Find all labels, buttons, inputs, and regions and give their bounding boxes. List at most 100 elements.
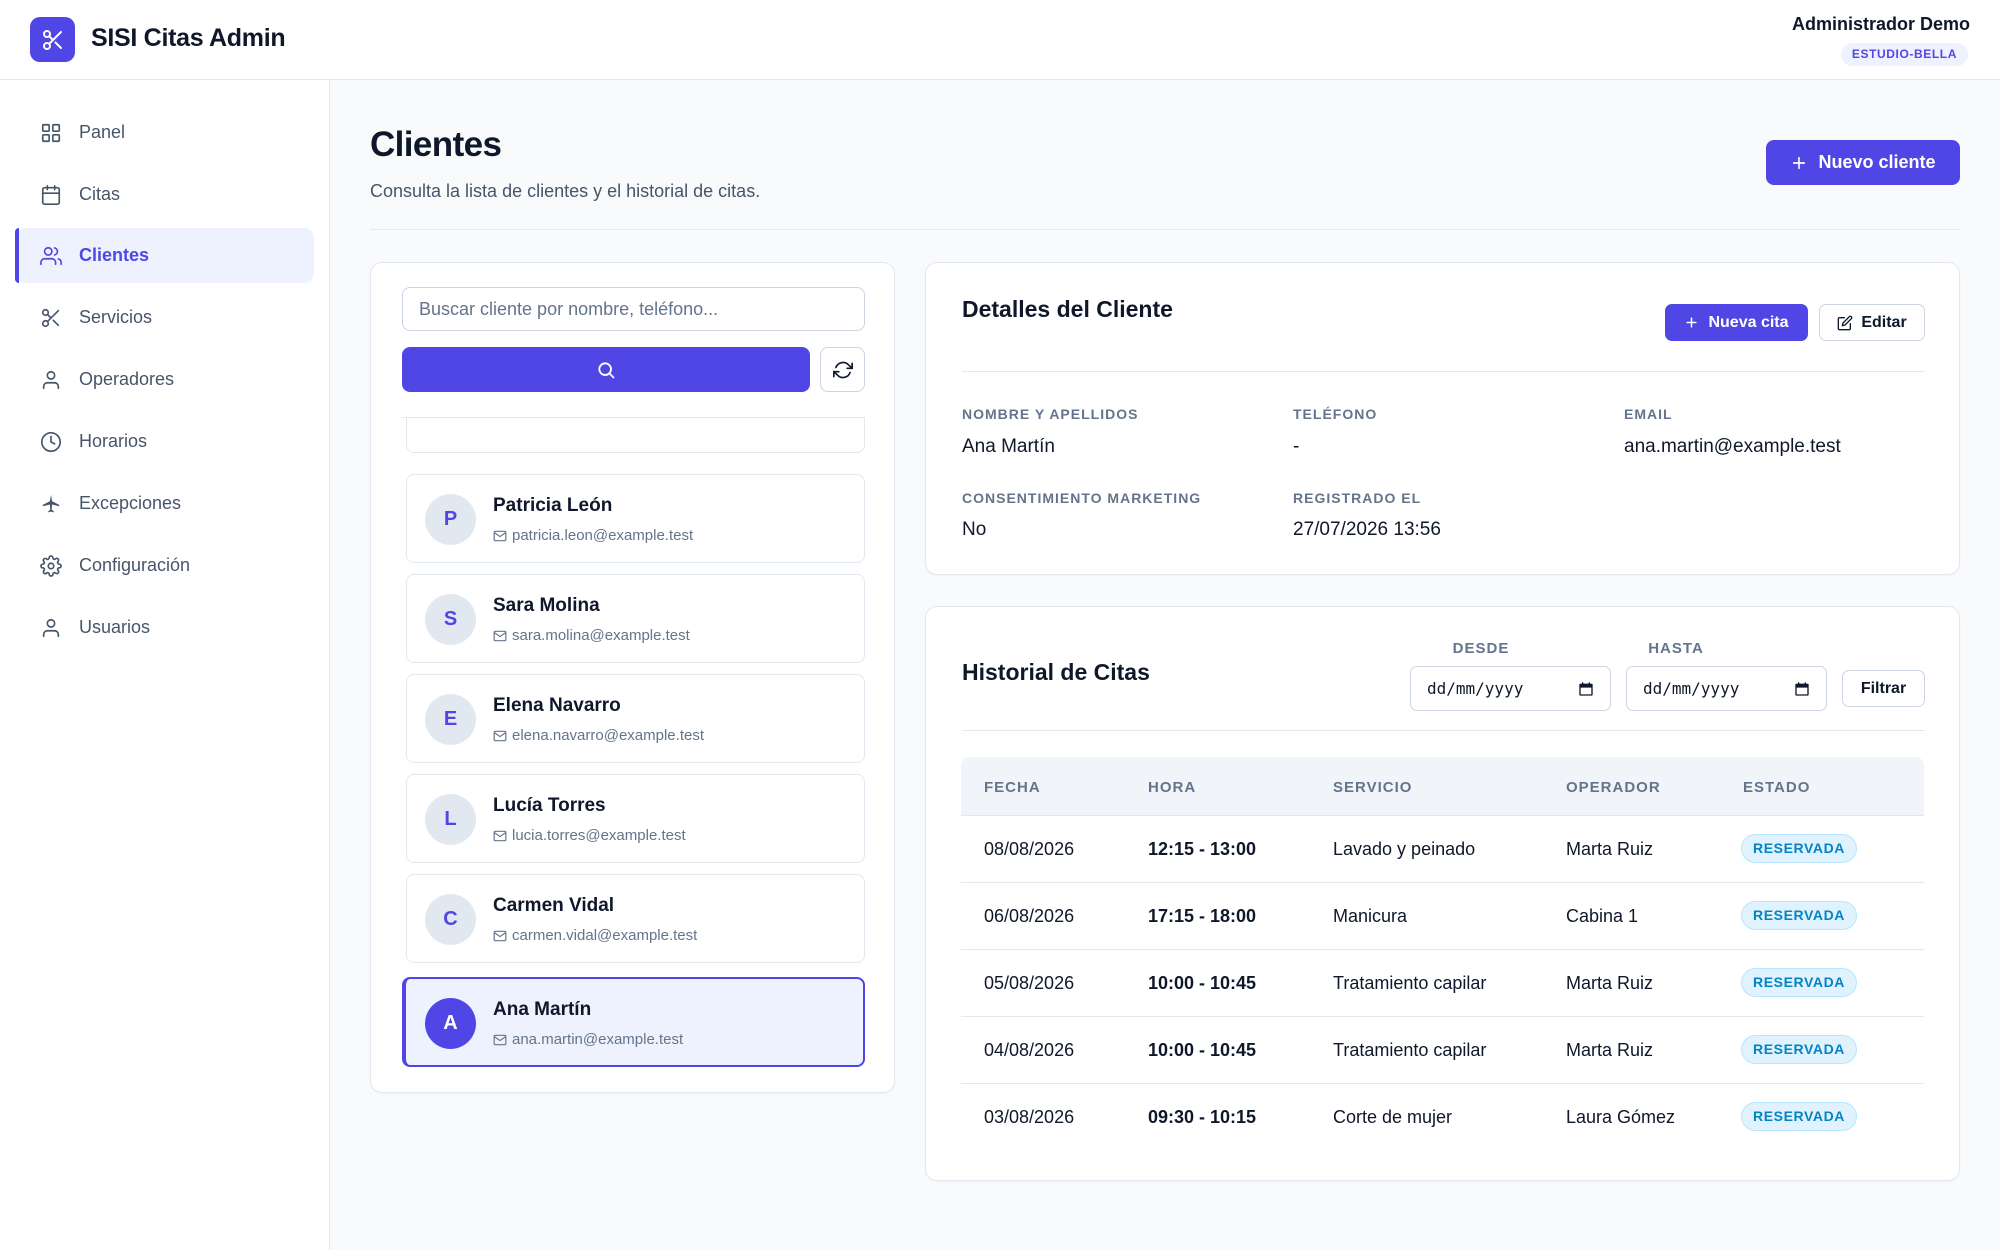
sidebar-item-label: Servicios <box>79 307 153 327</box>
mail-icon <box>493 630 507 641</box>
table-row: 04/08/2026 10:00 - 10:45 Tratamiento cap… <box>961 1017 1924 1084</box>
sidebar-item-label: Usuarios <box>79 617 151 637</box>
client-list-item[interactable]: E Elena Navarro elena.navarro@example.te… <box>406 674 865 763</box>
row-date: 06/08/2026 <box>984 906 1075 926</box>
sidebar-item-citas[interactable]: Citas <box>15 167 314 222</box>
sidebar-item-operadores[interactable]: Operadores <box>15 352 314 407</box>
avatar: E <box>425 694 476 745</box>
avatar: P <box>425 494 476 545</box>
sidebar-item-usuarios[interactable]: Usuarios <box>15 600 314 655</box>
client-email: sara.molina@example.test <box>493 627 690 644</box>
mail-icon <box>493 930 507 941</box>
row-operator: Marta Ruiz <box>1566 1040 1654 1060</box>
plane-icon <box>40 493 62 515</box>
from-date-input[interactable]: dd/mm/yyyy <box>1410 666 1611 711</box>
history-divider <box>962 730 1925 731</box>
column-header-operator: OPERADOR <box>1566 779 1661 796</box>
client-email-text: elena.navarro@example.test <box>512 727 704 744</box>
client-email: lucia.torres@example.test <box>493 827 686 844</box>
row-time: 17:15 - 18:00 <box>1148 906 1257 926</box>
history-title: Historial de Citas <box>962 659 1150 685</box>
sidebar-item-label: Configuración <box>79 555 191 575</box>
client-email: ana.martin@example.test <box>493 1031 683 1048</box>
calendar-icon <box>1795 681 1809 696</box>
details-divider <box>962 371 1925 372</box>
mail-icon <box>493 730 507 741</box>
list-item[interactable] <box>406 418 865 453</box>
sidebar-item-label: Excepciones <box>79 493 182 513</box>
new-client-button[interactable]: Nuevo cliente <box>1766 140 1960 185</box>
to-date-input[interactable]: dd/mm/yyyy <box>1626 666 1827 711</box>
client-email: carmen.vidal@example.test <box>493 927 697 944</box>
search-button[interactable] <box>402 347 810 392</box>
row-time: 10:00 - 10:45 <box>1148 973 1257 993</box>
page-title: Clientes <box>370 125 502 164</box>
user-icon <box>40 369 62 391</box>
edit-icon <box>1837 315 1853 330</box>
sidebar-item-label: Panel <box>79 122 126 142</box>
table-row: 08/08/2026 12:15 - 13:00 Lavado y peinad… <box>961 816 1924 883</box>
app-title: SISI Citas Admin <box>91 24 286 52</box>
sidebar-item-label: Operadores <box>79 369 175 389</box>
calendar-icon <box>1579 681 1593 696</box>
mail-icon <box>493 530 507 541</box>
registered-label: REGISTRADO EL <box>1293 490 1422 506</box>
column-header-date: FECHA <box>984 779 1041 796</box>
client-list-item[interactable]: S Sara Molina sara.molina@example.test <box>406 574 865 663</box>
email-label: EMAIL <box>1624 406 1673 422</box>
sidebar-item-configuracion[interactable]: Configuración <box>15 538 314 593</box>
row-time: 09:30 - 10:15 <box>1148 1107 1257 1127</box>
filter-button[interactable]: Filtrar <box>1842 670 1925 707</box>
registered-value: 27/07/2026 13:56 <box>1293 519 1441 540</box>
top-bar: SISI Citas Admin Administrador Demo ESTU… <box>0 0 2000 80</box>
scissors-icon <box>40 307 62 329</box>
row-operator: Marta Ruiz <box>1566 973 1654 993</box>
calendar-icon <box>40 184 62 206</box>
refresh-button[interactable] <box>820 347 865 392</box>
client-email: patricia.leon@example.test <box>493 527 693 544</box>
client-list-item[interactable]: C Carmen Vidal carmen.vidal@example.test <box>406 874 865 963</box>
table-row: 06/08/2026 17:15 - 18:00 Manicura Cabina… <box>961 883 1924 950</box>
new-appointment-button[interactable]: Nueva cita <box>1665 304 1808 341</box>
search-icon <box>598 361 615 378</box>
client-list-card: P Patricia León patricia.leon@example.te… <box>370 262 895 1093</box>
row-date: 04/08/2026 <box>984 1040 1075 1060</box>
sidebar-item-servicios[interactable]: Servicios <box>15 290 314 345</box>
row-operator: Cabina 1 <box>1566 906 1639 926</box>
client-name: Patricia León <box>493 495 613 516</box>
client-name: Lucía Torres <box>493 795 606 816</box>
row-date: 08/08/2026 <box>984 839 1075 859</box>
sidebar-item-panel[interactable]: Panel <box>15 105 314 160</box>
sidebar-item-excepciones[interactable]: Excepciones <box>15 476 314 531</box>
client-email-text: lucia.torres@example.test <box>512 827 686 844</box>
client-list-item[interactable]: P Patricia León patricia.leon@example.te… <box>406 474 865 563</box>
phone-label: TELÉFONO <box>1293 406 1378 422</box>
sidebar-item-horarios[interactable]: Horarios <box>15 414 314 469</box>
avatar: S <box>425 594 476 645</box>
edit-button[interactable]: Editar <box>1819 304 1925 341</box>
table-row: 03/08/2026 09:30 - 10:15 Corte de mujer … <box>961 1084 1924 1151</box>
from-date-placeholder: dd/mm/yyyy <box>1427 679 1524 698</box>
page-subtitle: Consulta la lista de clientes y el histo… <box>370 181 761 201</box>
client-list-item-selected[interactable]: A Ana Martín ana.martin@example.test <box>402 977 865 1067</box>
search-input[interactable] <box>402 287 865 331</box>
mail-icon <box>493 1034 507 1045</box>
to-date-placeholder: dd/mm/yyyy <box>1643 679 1740 698</box>
sidebar: Panel Citas Clientes Servicios Operadore… <box>0 80 330 1250</box>
status-badge: RESERVADA <box>1741 968 1858 997</box>
appointment-history-card: Historial de Citas DESDE dd/mm/yyyy HAST… <box>925 606 1960 1181</box>
scissors-icon[interactable] <box>30 17 75 62</box>
client-list-item[interactable]: L Lucía Torres lucia.torres@example.test <box>406 774 865 863</box>
sidebar-item-label: Clientes <box>79 245 150 265</box>
grid-icon <box>40 122 62 144</box>
sidebar-item-label: Citas <box>79 184 121 204</box>
edit-label: Editar <box>1861 313 1907 331</box>
filter-label: Filtrar <box>1860 679 1907 697</box>
plus-icon <box>1686 317 1698 328</box>
row-service: Tratamiento capilar <box>1333 973 1487 993</box>
status-badge: RESERVADA <box>1741 834 1858 863</box>
name-label: NOMBRE Y APELLIDOS <box>962 406 1139 422</box>
sidebar-item-clientes[interactable]: Clientes <box>15 228 314 283</box>
status-badge: RESERVADA <box>1741 1102 1858 1131</box>
client-name: Carmen Vidal <box>493 895 615 916</box>
